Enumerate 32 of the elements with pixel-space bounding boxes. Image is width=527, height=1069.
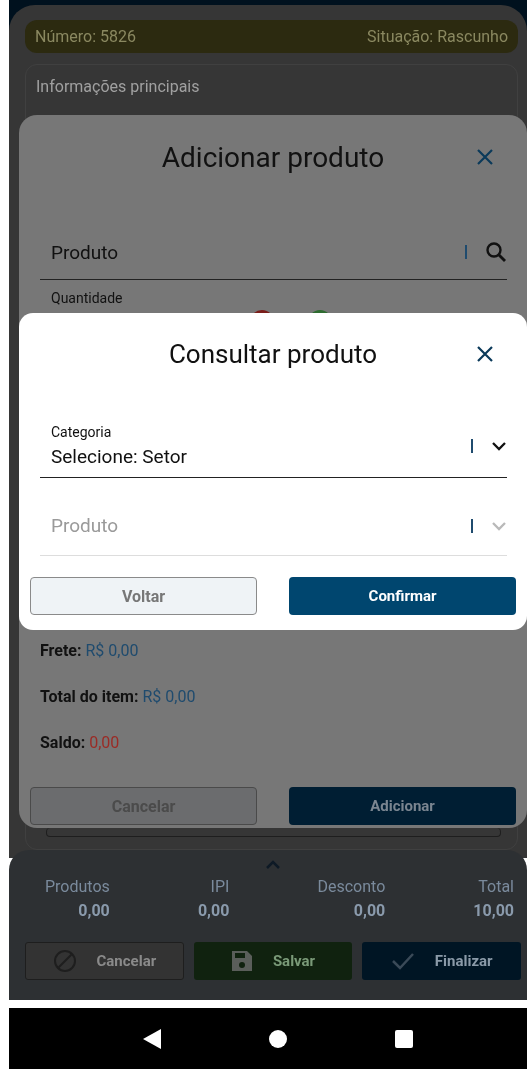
back-icon[interactable] bbox=[142, 1027, 162, 1050]
close-icon[interactable] bbox=[476, 345, 494, 363]
summary-line: Total do item: R$ 0,00 bbox=[40, 686, 196, 708]
check-icon bbox=[390, 951, 415, 971]
back-button[interactable]: Voltar bbox=[30, 577, 257, 615]
total-label: Total bbox=[478, 877, 514, 896]
total-label: Produtos bbox=[45, 877, 110, 896]
summary-line: Saldo: 0,00 bbox=[40, 732, 120, 754]
dialog-title: Adicionar produto bbox=[161, 140, 385, 174]
quantity-label: Quantidade bbox=[51, 290, 124, 306]
total-label: Desconto bbox=[317, 877, 386, 896]
order-status: Situação: Rascunho bbox=[367, 27, 508, 46]
confirm-button[interactable]: Confirmar bbox=[289, 577, 516, 615]
dropdown-field[interactable]: Categoria Selecione: Setor bbox=[40, 415, 507, 478]
home-icon[interactable] bbox=[268, 1028, 288, 1049]
dialog-title: Consultar produto bbox=[168, 339, 378, 369]
summary-line: Frete: R$ 0,00 bbox=[40, 640, 139, 662]
cancel-button[interactable]: Cancelar bbox=[25, 942, 184, 980]
product-field[interactable]: Produto bbox=[40, 225, 507, 280]
total-value: 0,00 bbox=[197, 901, 230, 920]
chevron-down-icon[interactable] bbox=[491, 441, 507, 451]
finish-button[interactable]: Finalizar bbox=[362, 942, 521, 980]
total-value: 0,00 bbox=[78, 901, 110, 920]
total-value: 0,00 bbox=[353, 901, 386, 920]
recents-icon[interactable] bbox=[394, 1028, 414, 1049]
add-button[interactable]: Adicionar bbox=[289, 787, 516, 825]
order-number: Número: 5826 bbox=[35, 27, 136, 46]
total-label: IPI bbox=[210, 877, 230, 896]
card-title: Informações principais bbox=[36, 77, 201, 96]
search-icon[interactable] bbox=[485, 241, 507, 263]
save-button[interactable]: Salvar bbox=[193, 942, 353, 980]
total-value: 10,00 bbox=[473, 901, 514, 920]
